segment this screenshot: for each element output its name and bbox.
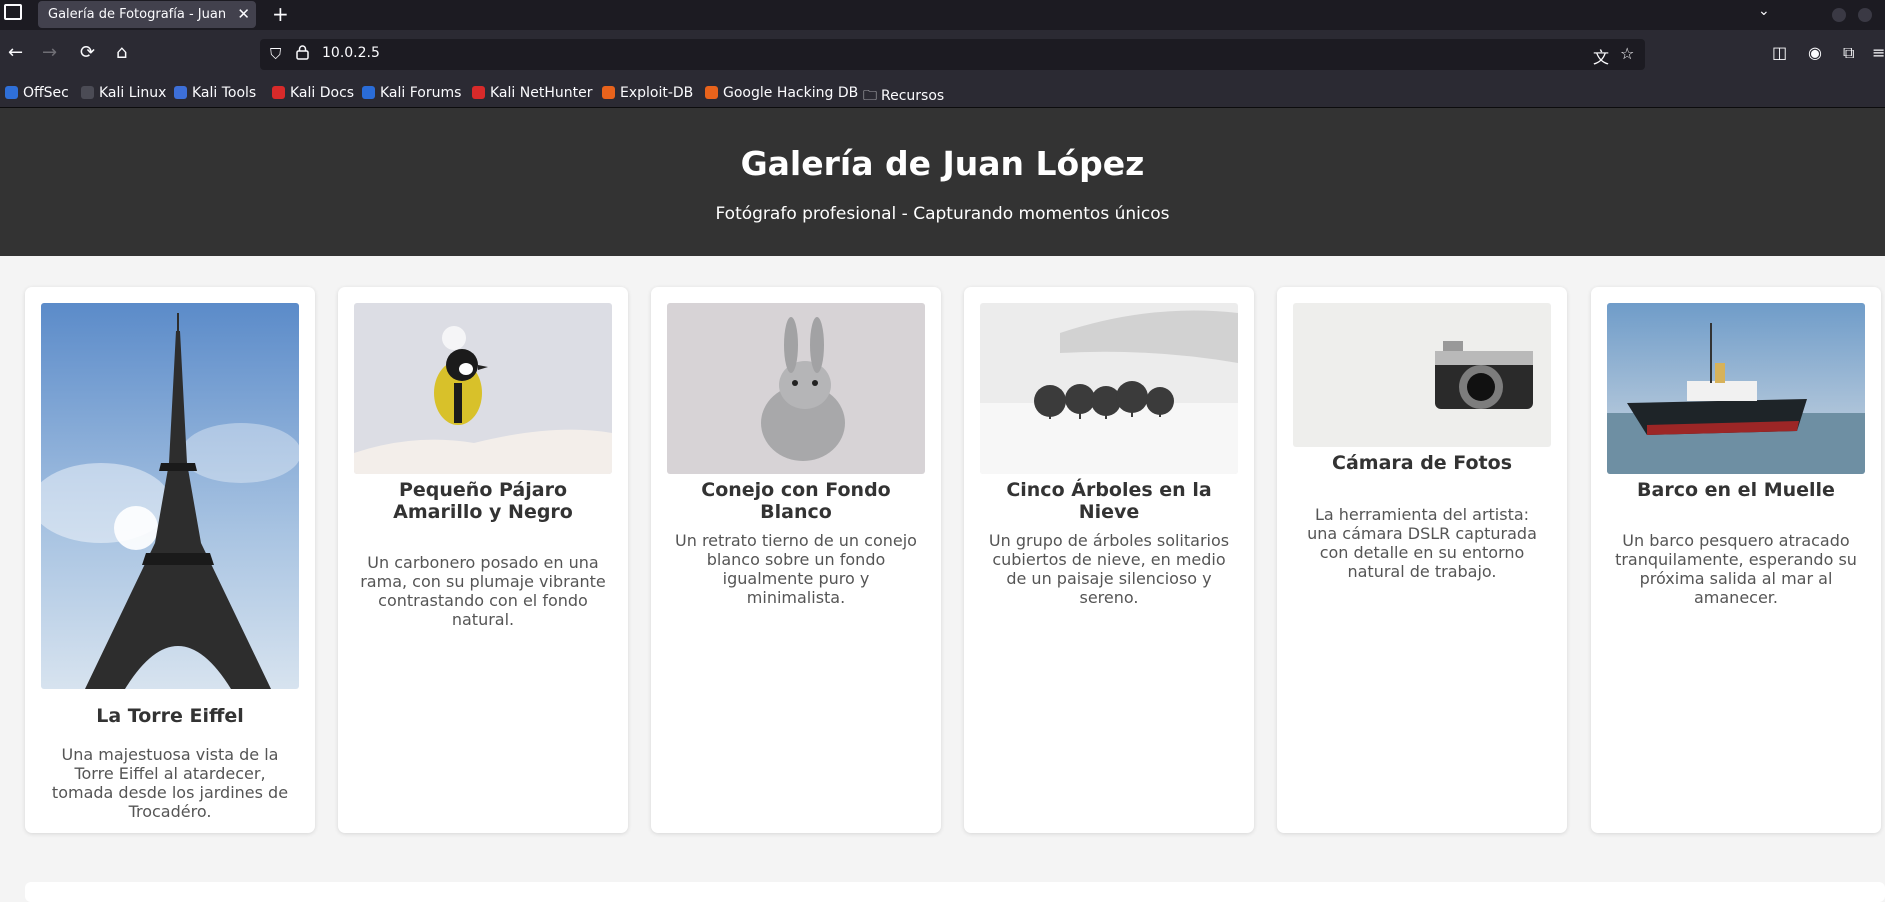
- bookmarks-toolbar: OffSec Kali Linux Kali Tools Kali Docs K…: [0, 82, 1885, 108]
- shield-icon[interactable]: ⛉: [270, 45, 281, 63]
- card-description: Un barco pesquero atracado tranquilament…: [1615, 531, 1857, 607]
- bookmark-label: Kali Forums: [380, 85, 462, 101]
- card-title: Cámara de Fotos: [1332, 452, 1512, 474]
- camera-photo: [1293, 303, 1551, 447]
- lock-icon[interactable]: [296, 45, 309, 60]
- gallery-card: Barco en el Muelle Un barco pesquero atr…: [1591, 287, 1881, 833]
- account-icon[interactable]: ◉: [1808, 43, 1822, 62]
- rabbit-photo: [667, 303, 925, 474]
- pocket-icon[interactable]: ◫: [1772, 43, 1787, 62]
- card-description: Un carbonero posado en una rama, con su …: [360, 553, 606, 629]
- gallery-card: Conejo con Fondo Blanco Un retrato tiern…: [651, 287, 941, 833]
- bookmark-offsec[interactable]: OffSec: [5, 85, 69, 101]
- card-title: Cinco Árboles en la Nieve: [1006, 479, 1212, 523]
- navigation-toolbar: ← → ⟳ ⌂ ⛉ 10.0.2.5 文 ☆ ◫ ◉ ⧉ ≡: [0, 30, 1885, 82]
- browser-tab[interactable]: Galería de Fotografía - Juan L ✕: [38, 1, 256, 28]
- card-title: La Torre Eiffel: [96, 705, 244, 727]
- card-description: Una majestuosa vista de la Torre Eiffel …: [51, 745, 289, 821]
- kali-docs-icon: [272, 86, 285, 99]
- card-description: Un retrato tierno de un conejo blanco so…: [675, 531, 917, 607]
- bookmark-label: Kali Docs: [290, 85, 355, 101]
- bookmark-kali-tools[interactable]: Kali Tools: [174, 85, 256, 101]
- offsec-icon: [5, 86, 18, 99]
- bookmark-kali-nethunter[interactable]: Kali NetHunter: [472, 85, 592, 101]
- nethunter-icon: [472, 86, 485, 99]
- card-title: Conejo con Fondo Blanco: [701, 479, 891, 523]
- bookmark-kali-linux[interactable]: Kali Linux: [81, 85, 166, 101]
- new-tab-button[interactable]: +: [272, 2, 289, 26]
- gallery-card: La Torre Eiffel Una majestuosa vista de …: [25, 287, 315, 833]
- ship-photo: [1607, 303, 1865, 474]
- address-bar[interactable]: ⛉ 10.0.2.5 文 ☆: [260, 39, 1645, 70]
- ghdb-icon: [705, 86, 718, 99]
- card-description: Un grupo de árboles solitarios cubiertos…: [988, 531, 1230, 607]
- url-text[interactable]: 10.0.2.5: [322, 45, 380, 61]
- tab-title: Galería de Fotografía - Juan L: [48, 7, 228, 22]
- card-title: Pequeño Pájaro Amarillo y Negro: [393, 479, 573, 523]
- bird-photo: [354, 303, 612, 474]
- close-icon[interactable]: ✕: [237, 1, 250, 28]
- reload-icon[interactable]: ⟳: [80, 42, 95, 63]
- eiffel-tower-photo: [41, 303, 299, 689]
- tab-strip: Galería de Fotografía - Juan L ✕ + ⌄: [0, 0, 1885, 30]
- kali-tools-icon: [174, 86, 187, 99]
- close-window-button[interactable]: [1858, 8, 1872, 22]
- folder-icon: 🗀: [863, 88, 877, 104]
- bookmark-label: Google Hacking DB: [723, 85, 859, 101]
- bookmark-label: Kali Tools: [192, 85, 257, 101]
- bookmark-exploit-db[interactable]: Exploit-DB: [602, 85, 693, 101]
- card-description: La herramienta del artista: una cámara D…: [1307, 505, 1537, 581]
- card-title: Barco en el Muelle: [1637, 479, 1835, 501]
- chevron-down-icon[interactable]: ⌄: [1758, 3, 1770, 19]
- bookmark-label: Recursos: [881, 88, 945, 104]
- home-icon[interactable]: ⌂: [116, 42, 127, 63]
- bookmark-kali-forums[interactable]: Kali Forums: [362, 85, 461, 101]
- tab-list-icon[interactable]: [4, 4, 22, 20]
- bookmark-folder-recursos[interactable]: 🗀 Recursos: [863, 85, 944, 109]
- bookmark-label: OffSec: [23, 85, 69, 101]
- bookmark-star-icon[interactable]: ☆: [1620, 44, 1634, 63]
- next-section: [25, 882, 1885, 902]
- snowy-trees-photo: [980, 303, 1238, 474]
- bookmark-label: Exploit-DB: [620, 85, 694, 101]
- page-header: Galería de Juan López Fotógrafo profesio…: [0, 108, 1885, 256]
- gallery-card: Cinco Árboles en la Nieve Un grupo de ár…: [964, 287, 1254, 833]
- page-subtitle: Fotógrafo profesional - Capturando momen…: [715, 204, 1170, 224]
- bookmark-label: Kali NetHunter: [490, 85, 593, 101]
- minimize-button[interactable]: [1832, 8, 1846, 22]
- menu-icon[interactable]: ≡: [1872, 43, 1885, 62]
- gallery-card: Cámara de Fotos La herramienta del artis…: [1277, 287, 1567, 833]
- back-icon[interactable]: ←: [8, 42, 23, 63]
- kali-dragon-icon: [81, 86, 94, 99]
- bookmark-kali-docs[interactable]: Kali Docs: [272, 85, 354, 101]
- kali-forums-icon: [362, 86, 375, 99]
- bookmark-label: Kali Linux: [99, 85, 167, 101]
- forward-icon[interactable]: →: [42, 42, 57, 63]
- translate-icon[interactable]: 文: [1593, 44, 1609, 68]
- exploit-db-icon: [602, 86, 615, 99]
- bookmark-google-hacking-db[interactable]: Google Hacking DB: [705, 85, 858, 101]
- gallery-card: Pequeño Pájaro Amarillo y Negro Un carbo…: [338, 287, 628, 833]
- page-title: Galería de Juan López: [740, 144, 1145, 183]
- extensions-icon[interactable]: ⧉: [1843, 43, 1854, 63]
